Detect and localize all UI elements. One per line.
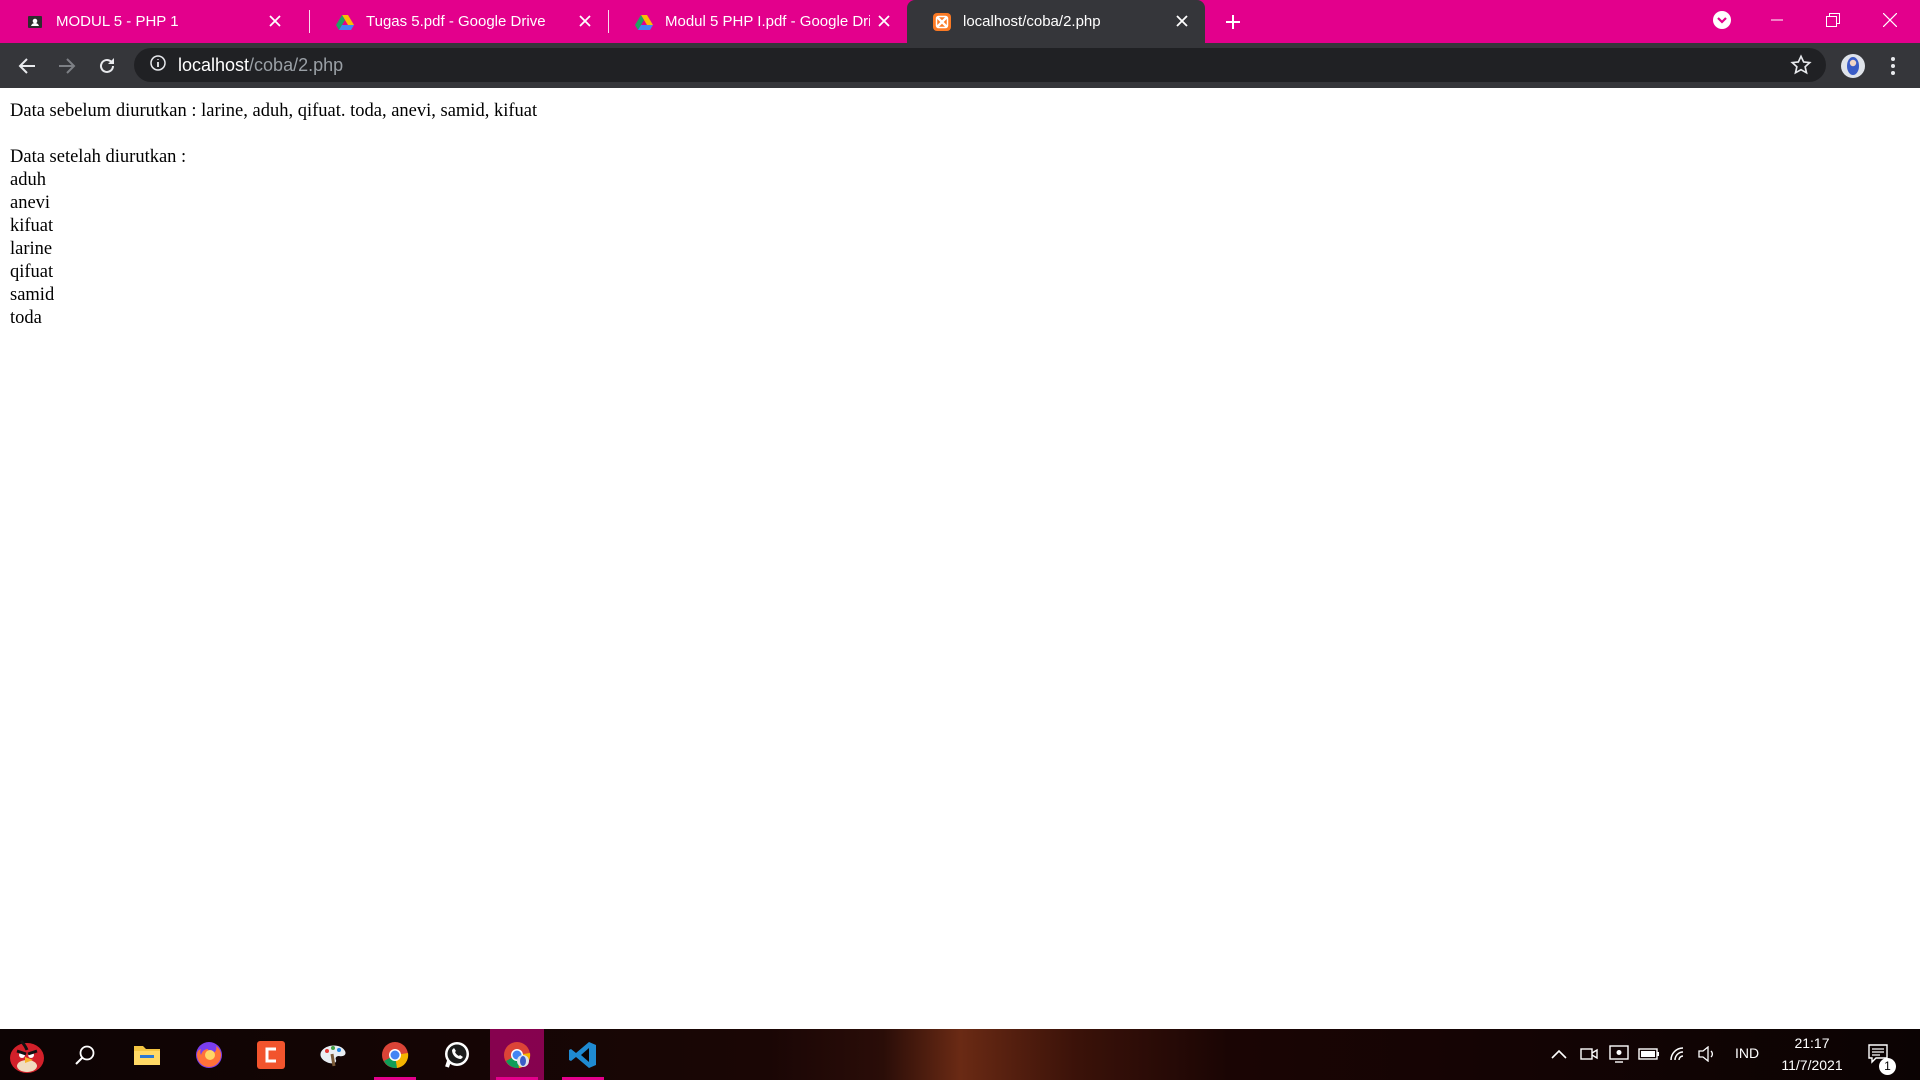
clock-date[interactable]: 11/7/2021 — [1772, 1057, 1852, 1073]
show-hidden-icons-chevron-icon[interactable] — [1548, 1043, 1570, 1065]
google-drive-icon — [635, 13, 653, 31]
tab-title: Tugas 5.pdf - Google Drive — [366, 13, 546, 30]
sorted-item: samid — [10, 285, 55, 305]
volume-icon[interactable] — [1696, 1043, 1718, 1065]
close-window-button[interactable] — [1862, 0, 1918, 40]
url-text: localhost/coba/2.php — [178, 55, 343, 76]
tab-title: MODUL 5 - PHP 1 — [56, 13, 179, 30]
close-icon[interactable] — [1173, 12, 1191, 30]
sorted-item: kifuat — [10, 216, 54, 236]
minimize-button[interactable] — [1749, 0, 1805, 40]
unsorted-data-line: Data sebelum diurutkan : larine, aduh, q… — [10, 101, 538, 121]
close-icon[interactable] — [576, 12, 594, 30]
search-icon[interactable] — [58, 1029, 112, 1080]
paint-icon[interactable] — [306, 1029, 360, 1080]
sorted-item: anevi — [10, 193, 51, 213]
page-content: Data sebelum diurutkan : larine, aduh, q… — [0, 88, 1920, 1029]
clock-time[interactable]: 21:17 — [1772, 1035, 1852, 1051]
meet-now-icon[interactable] — [1578, 1043, 1600, 1065]
tab-modul-5[interactable]: MODUL 5 - PHP 1 — [0, 0, 298, 43]
sorted-item: toda — [10, 308, 42, 328]
browser-tab-strip: MODUL 5 - PHP 1 Tugas 5.pdf - Google Dri… — [0, 0, 1920, 43]
sorted-item: aduh — [10, 170, 46, 190]
sorted-item: larine — [10, 239, 53, 259]
google-drive-icon — [336, 13, 354, 31]
profile-avatar[interactable] — [1840, 53, 1866, 79]
menu-kebab-icon[interactable] — [1880, 53, 1906, 79]
close-icon[interactable] — [875, 12, 893, 30]
whatsapp-icon[interactable] — [430, 1029, 484, 1080]
chrome-profile-icon[interactable] — [490, 1029, 544, 1080]
line-break — [10, 123, 1910, 146]
tab-tugas-5[interactable]: Tugas 5.pdf - Google Drive — [310, 0, 608, 43]
url-path: /coba/2.php — [249, 54, 344, 75]
app-c-icon[interactable] — [244, 1029, 298, 1080]
windows-taskbar: IND 21:17 11/7/2021 1 — [0, 1029, 1920, 1080]
info-icon[interactable] — [150, 54, 166, 76]
xampp-icon — [933, 12, 951, 31]
angry-birds-icon[interactable] — [0, 1029, 54, 1080]
classroom-icon — [26, 13, 44, 31]
screen-capture-icon[interactable] — [1608, 1043, 1630, 1065]
new-tab-button[interactable] — [1221, 10, 1245, 34]
url-host: localhost — [178, 54, 250, 75]
notification-count-badge: 1 — [1879, 1058, 1896, 1075]
wifi-icon[interactable] — [1668, 1043, 1690, 1065]
tab-title: Modul 5 PHP I.pdf - Google Drive — [665, 13, 870, 30]
browser-toolbar: localhost/coba/2.php — [0, 43, 1920, 88]
reload-button[interactable] — [94, 53, 120, 79]
back-button[interactable] — [14, 53, 40, 79]
tab-modul-5-pdf[interactable]: Modul 5 PHP I.pdf - Google Drive — [609, 0, 907, 43]
tab-title: localhost/coba/2.php — [963, 13, 1101, 30]
sorted-data-heading: Data setelah diurutkan : — [10, 147, 187, 167]
input-language[interactable]: IND — [1726, 1045, 1768, 1061]
address-bar[interactable]: localhost/coba/2.php — [134, 48, 1826, 82]
bookmark-star-icon[interactable] — [1790, 54, 1812, 76]
sorted-item: qifuat — [10, 262, 54, 282]
tab-search-button[interactable] — [1694, 0, 1750, 40]
battery-icon[interactable] — [1638, 1043, 1660, 1065]
forward-button[interactable] — [54, 53, 80, 79]
restore-button[interactable] — [1805, 0, 1861, 40]
close-icon[interactable] — [266, 12, 284, 30]
chrome-icon[interactable] — [368, 1029, 422, 1080]
vscode-icon[interactable] — [556, 1029, 610, 1080]
tab-localhost[interactable]: localhost/coba/2.php — [907, 0, 1205, 43]
file-explorer-icon[interactable] — [120, 1029, 174, 1080]
firefox-icon[interactable] — [182, 1029, 236, 1080]
